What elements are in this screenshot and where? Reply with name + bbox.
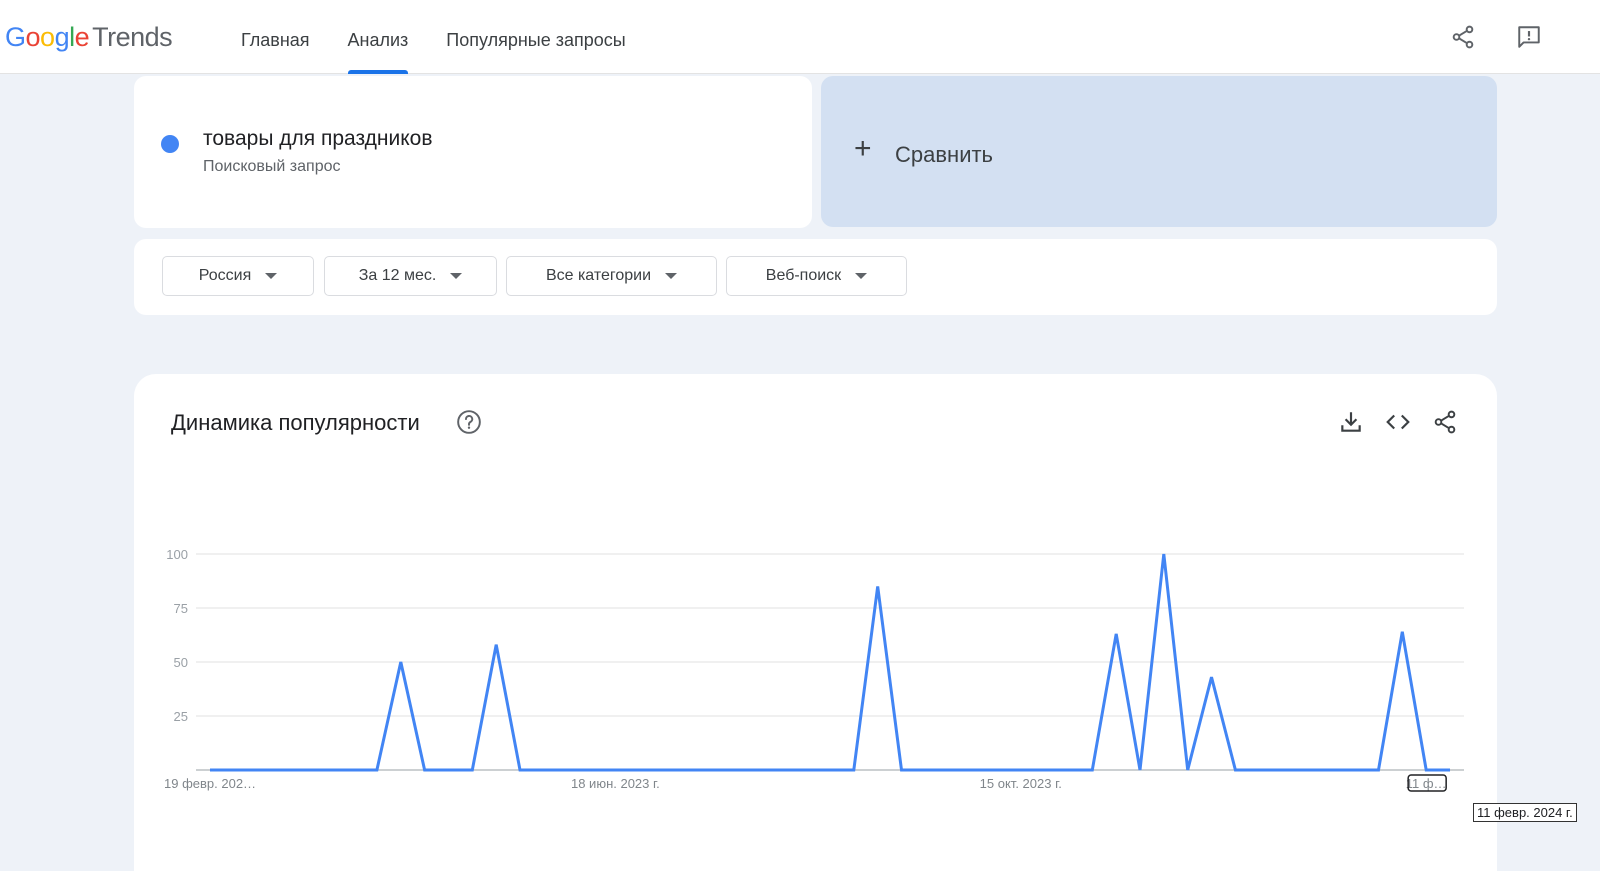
filter-search-type-label: Веб-поиск <box>765 267 842 284</box>
filter-region[interactable]: Россия <box>162 256 314 296</box>
main-nav: Главная Анализ Популярные запросы <box>222 0 645 74</box>
y-tick-label: 100 <box>166 547 188 562</box>
tab-trending[interactable]: Популярные запросы <box>427 0 644 74</box>
term-type: Поисковый запрос <box>203 158 341 175</box>
filter-period-label: За 12 мес. <box>358 267 437 284</box>
compare-button[interactable]: + Сравнить <box>821 76 1497 227</box>
x-tick-label: 15 окт. 2023 г. <box>980 776 1062 791</box>
logo-google: Google <box>5 22 90 52</box>
tab-explore[interactable]: Анализ <box>329 0 428 74</box>
interest-over-time-card: Динамика популярности 25 50 75 100 19 февр. … <box>134 374 1497 871</box>
chevron-down-icon <box>265 273 278 279</box>
filters-bar: Россия За 12 мес. Все категории Веб-поис… <box>134 239 1497 315</box>
chevron-down-icon <box>665 273 678 279</box>
filter-category-label: Все категории <box>545 267 652 284</box>
feedback-icon[interactable] <box>1516 24 1542 50</box>
filter-region-label: Россия <box>198 267 252 284</box>
logo-trends: Trends <box>92 22 173 52</box>
filter-period[interactable]: За 12 мес. <box>324 256 497 296</box>
y-tick-label: 25 <box>174 709 188 724</box>
y-tick-label: 75 <box>174 601 188 616</box>
y-tick-label: 50 <box>174 655 188 670</box>
plus-icon: + <box>854 132 872 165</box>
term-color-dot <box>161 135 179 153</box>
x-tick-label: 18 июн. 2023 г. <box>571 776 660 791</box>
search-term-card[interactable]: товары для праздников Поисковый запрос <box>134 76 812 228</box>
tab-home[interactable]: Главная <box>222 0 329 74</box>
term-name[interactable]: товары для праздников <box>203 127 432 151</box>
filter-search-type[interactable]: Веб-поиск <box>726 256 907 296</box>
x-tick-label: 11 ф… <box>1406 776 1447 791</box>
compare-label: Сравнить <box>895 142 994 167</box>
filter-category[interactable]: Все категории <box>506 256 717 296</box>
google-trends-logo[interactable]: Google Trends <box>5 22 173 53</box>
x-tick-label: 19 февр. 202… <box>164 776 256 791</box>
top-bar: Google Trends Главная Анализ Популярные з… <box>0 0 1600 74</box>
chevron-down-icon <box>855 273 868 279</box>
share-icon[interactable] <box>1450 24 1476 50</box>
date-tooltip: 11 февр. 2024 г. <box>1473 803 1577 822</box>
chevron-down-icon <box>450 273 463 279</box>
line-chart: 25 50 75 100 19 февр. 202… 18 июн. 2023 г. 15 … <box>164 547 1464 792</box>
